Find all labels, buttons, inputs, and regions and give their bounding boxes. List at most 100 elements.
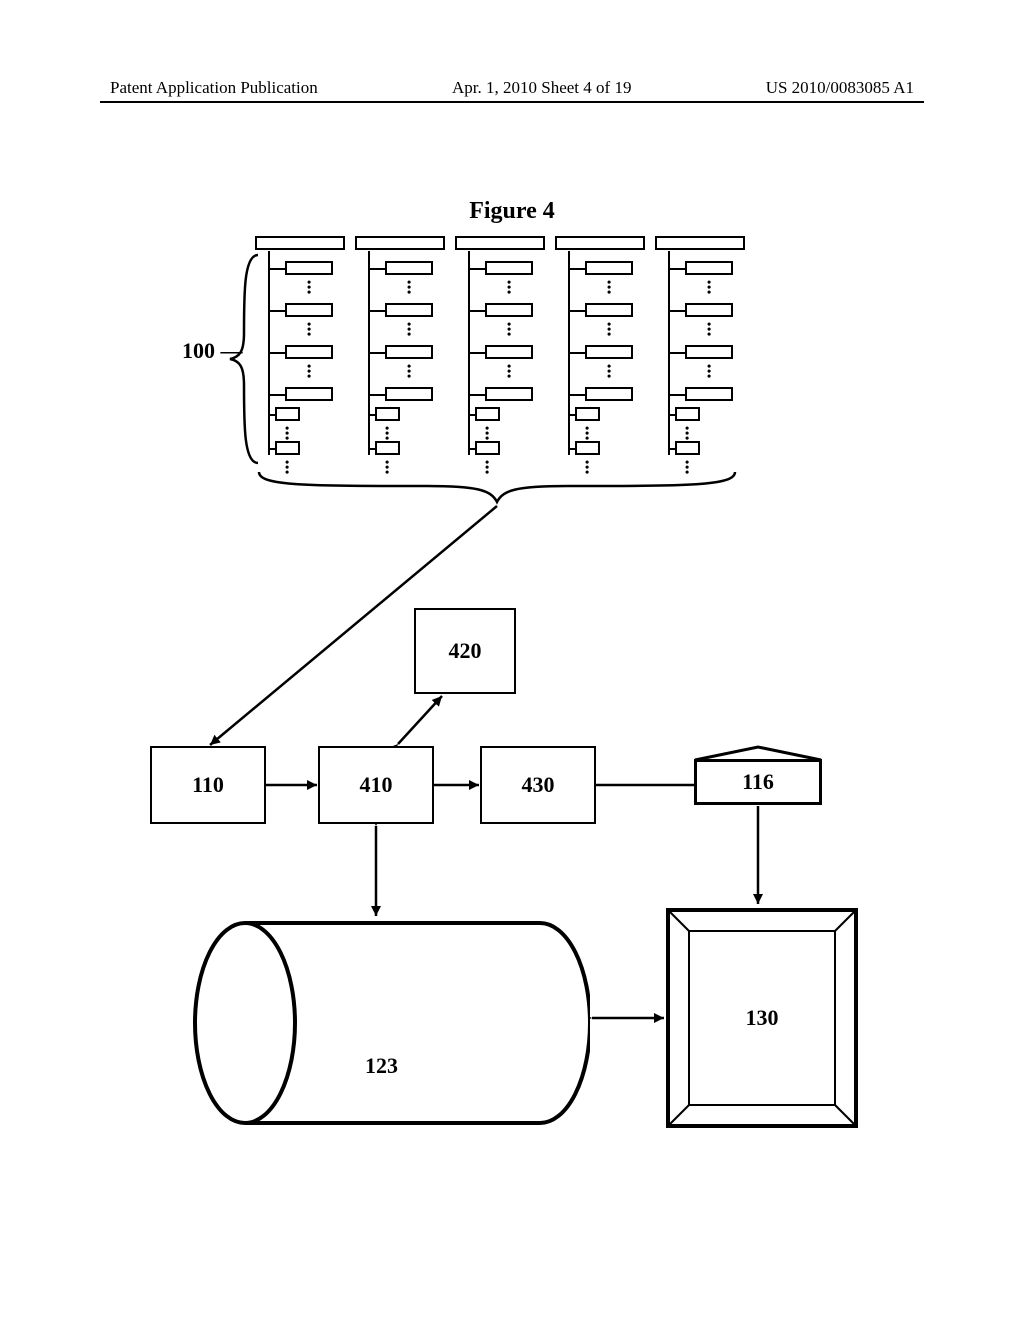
- tree-leaf-box: [375, 407, 400, 421]
- tree-branch: [368, 352, 386, 354]
- vertical-ellipsis-icon: •••: [385, 426, 389, 441]
- tree-child-box: [585, 387, 633, 401]
- tree-branch: [668, 268, 686, 270]
- vertical-ellipsis-icon: •••: [307, 364, 311, 379]
- tree-child-box: [285, 303, 333, 317]
- tree-branch: [668, 352, 686, 354]
- vertical-ellipsis-icon: •••: [407, 364, 411, 379]
- tree-branch: [468, 352, 486, 354]
- tree-leaf-box: [675, 407, 700, 421]
- tree-child-box: [485, 303, 533, 317]
- vertical-ellipsis-icon: •••: [285, 460, 289, 475]
- vertical-ellipsis-icon: •••: [707, 322, 711, 337]
- cylinder-123-icon: [190, 918, 590, 1128]
- tree-child-box: [285, 387, 333, 401]
- tree-cluster-100: ••• ••• ••• ••• ••• ••• •••: [255, 234, 755, 494]
- block-430: 430: [480, 746, 596, 824]
- tree-branch: [668, 310, 686, 312]
- vertical-ellipsis-icon: •••: [585, 426, 589, 441]
- header-date-sheet: Apr. 1, 2010 Sheet 4 of 19: [452, 78, 631, 98]
- tree-child-box: [685, 345, 733, 359]
- tree-leaf-box: [275, 407, 300, 421]
- vertical-ellipsis-icon: •••: [485, 460, 489, 475]
- vertical-ellipsis-icon: •••: [607, 280, 611, 295]
- tree-branch: [568, 268, 586, 270]
- tree-branch: [568, 352, 586, 354]
- tree-branch: [468, 268, 486, 270]
- tree-branch: [368, 394, 386, 396]
- tree-leaf-box: [575, 407, 600, 421]
- tree-branch: [668, 448, 675, 450]
- tree-child-box: [285, 261, 333, 275]
- tree-branch: [668, 394, 686, 396]
- tree-leaf-box: [275, 441, 300, 455]
- vertical-ellipsis-icon: •••: [607, 322, 611, 337]
- tree-branch: [468, 310, 486, 312]
- ref-430-text: 430: [522, 772, 555, 798]
- vertical-ellipsis-icon: •••: [607, 364, 611, 379]
- vertical-ellipsis-icon: •••: [307, 322, 311, 337]
- header-us-number: US 2010/0083085 A1: [766, 78, 914, 98]
- tree-root-box: [555, 236, 645, 250]
- tree-child-box: [585, 345, 633, 359]
- tree-leaf-box: [375, 441, 400, 455]
- tree-branch: [268, 414, 275, 416]
- tree-child-box: [685, 387, 733, 401]
- tree-child-box: [685, 303, 733, 317]
- block-420: 420: [414, 608, 516, 694]
- tree-branch: [568, 414, 575, 416]
- ref-100-text: 100: [182, 338, 215, 363]
- ref-116-text: 116: [742, 769, 774, 795]
- tree-leaf-box: [575, 441, 600, 455]
- tree-branch: [268, 394, 286, 396]
- tree-leaf-box: [475, 441, 500, 455]
- ref-130-text: 130: [746, 1005, 779, 1031]
- tree-branch: [468, 414, 475, 416]
- tree-leaf-box: [675, 441, 700, 455]
- frame-inner: 130: [688, 930, 836, 1106]
- tree-branch: [368, 268, 386, 270]
- tree-branch: [268, 352, 286, 354]
- tree-branch: [268, 310, 286, 312]
- tree-branch: [368, 414, 375, 416]
- tree-leaf-box: [475, 407, 500, 421]
- tree-branch: [468, 448, 475, 450]
- tree-branch: [368, 448, 375, 450]
- header-publication: Patent Application Publication: [110, 78, 318, 98]
- tree-child-box: [385, 345, 433, 359]
- vertical-ellipsis-icon: •••: [707, 280, 711, 295]
- vertical-ellipsis-icon: •••: [507, 364, 511, 379]
- ref-420-text: 420: [449, 638, 482, 664]
- tree-child-box: [485, 261, 533, 275]
- frame-130: 130: [666, 908, 858, 1128]
- vertical-ellipsis-icon: •••: [707, 364, 711, 379]
- block-410: 410: [318, 746, 434, 824]
- vertical-ellipsis-icon: •••: [285, 426, 289, 441]
- ref-123-text: 123: [365, 1053, 398, 1079]
- block-110: 110: [150, 746, 266, 824]
- vertical-ellipsis-icon: •••: [385, 460, 389, 475]
- vertical-ellipsis-icon: •••: [307, 280, 311, 295]
- tree-child-box: [385, 387, 433, 401]
- tree-branch: [468, 394, 486, 396]
- tree-child-box: [385, 303, 433, 317]
- tree-root-box: [455, 236, 545, 250]
- tree-root-box: [355, 236, 445, 250]
- tree-child-box: [585, 261, 633, 275]
- ref-410-text: 410: [360, 772, 393, 798]
- vertical-ellipsis-icon: •••: [507, 280, 511, 295]
- tree-root-box: [255, 236, 345, 250]
- tree-branch: [568, 394, 586, 396]
- tree-branch: [568, 310, 586, 312]
- vertical-ellipsis-icon: •••: [407, 280, 411, 295]
- header-rule: [100, 101, 924, 103]
- ref-110-text: 110: [192, 772, 224, 798]
- vertical-ellipsis-icon: •••: [507, 322, 511, 337]
- tree-child-box: [485, 345, 533, 359]
- tree-child-box: [285, 345, 333, 359]
- tree-child-box: [485, 387, 533, 401]
- diagram-stage: 100 — ••• ••• ••• •••: [110, 198, 910, 1188]
- tree-branch: [268, 448, 275, 450]
- tree-child-box: [385, 261, 433, 275]
- tree-root-box: [655, 236, 745, 250]
